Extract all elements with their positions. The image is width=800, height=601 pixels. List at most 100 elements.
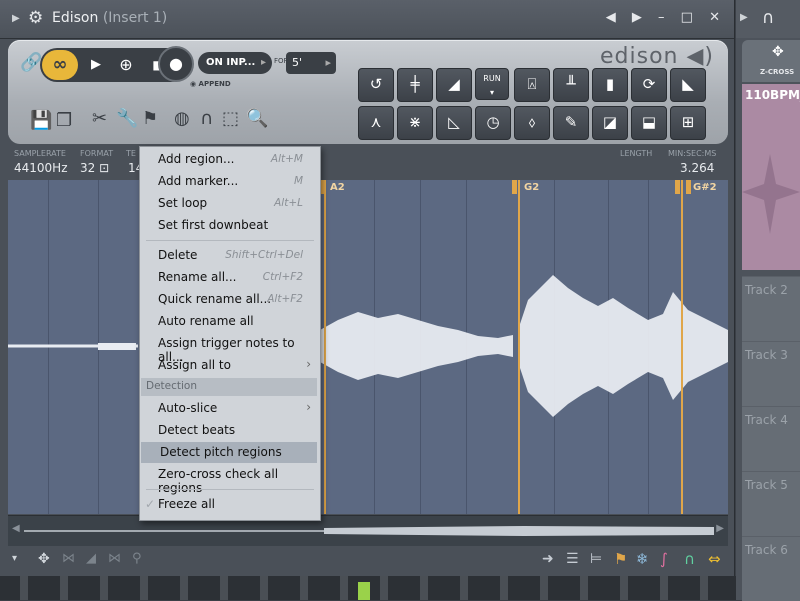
fade-icon[interactable]: ◢	[86, 551, 96, 566]
marker-g2[interactable]	[518, 180, 520, 514]
tool-button-18[interactable]: ⊞	[670, 106, 706, 140]
fade-in-tool-button[interactable]: ◢	[436, 68, 472, 102]
collapse-icon[interactable]: ▶	[740, 12, 748, 23]
tool-button-10[interactable]: ⋏	[358, 106, 394, 140]
link-icon[interactable]: 🔗	[20, 52, 42, 73]
menu-item-auto-slice[interactable]: Auto-slice ›	[141, 398, 317, 419]
prev-next-icon[interactable]: ◀ ▶	[606, 10, 648, 25]
magnet-icon[interactable]: ∩	[762, 8, 774, 28]
tool-button-7[interactable]: ▮	[592, 68, 628, 102]
time-tool-button[interactable]: ◷	[475, 106, 511, 140]
normalize-tool-button[interactable]: ╪	[397, 68, 433, 102]
move-icon[interactable]: ✥	[38, 551, 50, 567]
title-bar[interactable]: ▶ ⚙ Edison (Insert 1) ◀ ▶ – □ ✕	[0, 0, 734, 39]
tools-icon[interactable]: 🔧	[116, 108, 138, 129]
list-icon[interactable]: ☰	[566, 551, 579, 567]
record-button[interactable]: ●	[158, 46, 194, 82]
refresh-tool-button[interactable]: ⟳	[631, 68, 667, 102]
track-row[interactable]: Track 2	[742, 276, 800, 341]
swap-icon[interactable]: ⇔	[708, 550, 721, 568]
target-icon[interactable]: ◍	[174, 108, 190, 129]
menu-item-quick-rename-all[interactable]: Quick rename all... Alt+F2	[141, 289, 317, 310]
curve-icon[interactable]: ∫	[660, 550, 668, 568]
menu-item-zero-cross-check[interactable]: Zero-cross check all regions	[141, 464, 317, 495]
tool-button-5[interactable]: ⍓	[514, 68, 550, 102]
loop-button[interactable]: ∞	[42, 50, 78, 80]
marker-handle[interactable]	[512, 180, 517, 194]
select-icon[interactable]: ⬚	[222, 108, 239, 129]
overview-scrollbar[interactable]: ◀ ▶	[8, 515, 728, 546]
copy-icon[interactable]: ❐	[56, 110, 72, 131]
menu-item-detect-pitch-regions[interactable]: Detect pitch regions	[141, 442, 317, 463]
menu-item-rename-all[interactable]: Rename all... Ctrl+F2	[141, 267, 317, 288]
slice-icon[interactable]: ⊨	[590, 551, 602, 567]
tool-button-9[interactable]: ◣	[670, 68, 706, 102]
equalize-tool-button[interactable]: ╨	[553, 68, 589, 102]
tool-button-16[interactable]: ◪	[592, 106, 628, 140]
minimize-icon[interactable]: –	[658, 10, 671, 25]
waveform-graphic	[8, 275, 728, 417]
marker-a2[interactable]	[324, 180, 326, 514]
tool-panel: edison ◀) 🔗 ∞ ▶ ⊕ ■ ● ON INP...▸ FOR 5'▸…	[8, 40, 728, 144]
save-icon[interactable]: 💾	[30, 110, 52, 131]
menu-item-assign-all-to[interactable]: Assign all to ›	[141, 355, 317, 376]
brush-tool-button[interactable]: ✎	[553, 106, 589, 140]
for-value-select[interactable]: 5' ▸	[286, 52, 336, 74]
bottom-toolbar: ▾ ✥ ⋈ ◢ ⋈ ⚲ ➜ ☰ ⊨ ⚑ ❄ ∫ ∩ ⇔	[0, 546, 734, 576]
scissors-icon[interactable]: ✂	[92, 108, 107, 129]
scroll-left-icon[interactable]: ◀	[12, 523, 20, 534]
track-row[interactable]: Track 5	[742, 471, 800, 536]
snap-icon[interactable]: ✥	[772, 44, 784, 60]
gear-icon[interactable]: ⚙	[28, 8, 43, 28]
menu-item-delete[interactable]: Delete Shift+Ctrl+Del	[141, 245, 317, 266]
tool-button-11[interactable]: ⋇	[397, 106, 433, 140]
flag-icon[interactable]: ⚑	[142, 108, 158, 129]
close-icon[interactable]: ✕	[709, 10, 726, 25]
tool-button-14[interactable]: ⬨	[514, 106, 550, 140]
menu-item-assign-trigger-notes[interactable]: Assign trigger notes to all...	[141, 333, 317, 364]
marker-g-sharp-2[interactable]	[681, 180, 683, 514]
track-row[interactable]: Track 3	[742, 341, 800, 406]
menu-item-set-loop[interactable]: Set loop Alt+L	[141, 193, 317, 214]
snow-icon[interactable]: ❄	[636, 550, 649, 568]
zcross-label: Z-CROSS	[760, 68, 795, 76]
menu-item-set-first-downbeat[interactable]: Set first downbeat	[141, 215, 317, 236]
play-button[interactable]: ▶	[82, 50, 110, 80]
menu-item-add-region[interactable]: Add region... Alt+M	[141, 149, 317, 170]
reverse-tool-button[interactable]: ↺	[358, 68, 394, 102]
flag-icon[interactable]: ⚑	[614, 550, 627, 568]
arrow-right-icon[interactable]: ➜	[542, 551, 554, 567]
zoom-icon[interactable]: 🔍	[246, 108, 268, 129]
waveform-view[interactable]: A2 G2 G#2	[8, 180, 728, 514]
magnet-icon[interactable]: ∩	[684, 550, 695, 568]
format-value[interactable]: 32 ⊡	[80, 161, 109, 175]
record-mode-button[interactable]: ⊕	[112, 50, 140, 80]
maximize-icon[interactable]: □	[681, 10, 699, 25]
audio-clip[interactable]: 110BPM_L	[742, 84, 800, 270]
collapse-icon[interactable]: ▶	[12, 13, 20, 24]
magnet-icon[interactable]: ∩	[200, 108, 213, 129]
menu-item-auto-rename-all[interactable]: Auto rename all	[141, 311, 317, 332]
mixer-faders[interactable]	[0, 576, 800, 600]
track-row[interactable]: Track 4	[742, 406, 800, 471]
marker-handle[interactable]	[686, 180, 691, 194]
dropdown-icon[interactable]: ▾	[12, 553, 17, 564]
append-toggle[interactable]: ◉ APPEND	[190, 80, 231, 88]
trim-end-icon[interactable]: ⋈	[108, 551, 121, 566]
run-script-button[interactable]: RUN ▾	[475, 68, 509, 100]
active-fader[interactable]	[358, 582, 370, 600]
menu-item-freeze-all[interactable]: ✓ Freeze all	[141, 494, 317, 515]
marker-handle[interactable]	[675, 180, 680, 194]
menu-item-add-marker[interactable]: Add marker... M	[141, 171, 317, 192]
track-row[interactable]: Track 6	[742, 536, 800, 601]
link-icon[interactable]: ⚲	[132, 551, 142, 566]
format-label: FORMAT	[80, 149, 114, 158]
trim-start-icon[interactable]: ⋈	[62, 551, 75, 566]
window-controls[interactable]: ◀ ▶ – □ ✕	[606, 10, 726, 25]
scroll-right-icon[interactable]: ▶	[716, 523, 724, 534]
mixer-strip	[0, 576, 800, 600]
tool-button-12[interactable]: ◺	[436, 106, 472, 140]
tool-button-17[interactable]: ⬓	[631, 106, 667, 140]
input-source-select[interactable]: ON INP... ▸	[198, 52, 272, 74]
menu-item-detect-beats[interactable]: Detect beats	[141, 420, 317, 441]
